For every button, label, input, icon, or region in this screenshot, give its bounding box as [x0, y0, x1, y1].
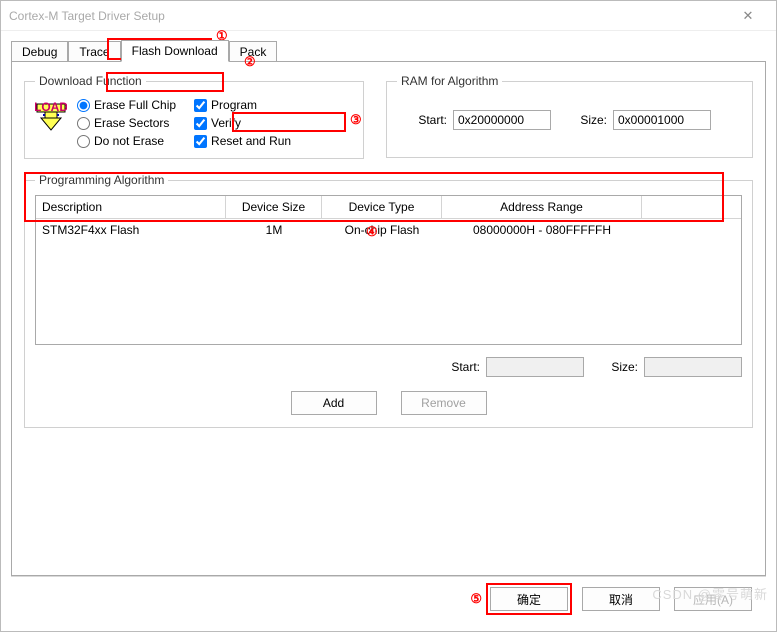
cell-devtype: On-chip Flash — [322, 219, 442, 241]
tab-panel: Download Function LOAD — [11, 61, 766, 576]
check-reset-run[interactable]: Reset and Run — [194, 134, 291, 148]
radio-erase-sectors[interactable]: Erase Sectors — [77, 116, 176, 130]
download-function-group: Download Function LOAD — [24, 74, 364, 159]
col-device-size[interactable]: Device Size — [226, 196, 322, 219]
pa-start-input — [486, 357, 584, 377]
col-spacer — [642, 196, 741, 219]
tab-flash-download[interactable]: Flash Download — [121, 40, 229, 62]
tab-trace[interactable]: Trace — [68, 41, 120, 62]
algorithm-table[interactable]: Description Device Size Device Type Addr… — [35, 195, 742, 345]
cancel-button[interactable]: 取消 — [582, 587, 660, 611]
window-title: Cortex-M Target Driver Setup — [9, 9, 728, 23]
ram-legend: RAM for Algorithm — [397, 74, 502, 88]
load-icon: LOAD — [35, 96, 67, 148]
ram-size-label: Size: — [573, 113, 607, 127]
ram-start-label: Start: — [397, 113, 447, 127]
apply-button[interactable]: 应用(A) — [674, 587, 752, 611]
tab-pack[interactable]: Pack — [229, 41, 278, 62]
ram-group: RAM for Algorithm Start: Size: — [386, 74, 753, 158]
table-row[interactable]: STM32F4xx Flash 1M On-chip Flash 0800000… — [36, 219, 741, 241]
button-bar: ⑤ 确定 取消 应用(A) — [11, 576, 766, 621]
tab-strip: Debug Trace Flash Download Pack — [11, 37, 766, 61]
programming-algorithm-group: Programming Algorithm Description Device… — [24, 173, 753, 428]
ok-button[interactable]: 确定 — [490, 587, 568, 611]
cell-desc: STM32F4xx Flash — [36, 219, 226, 241]
check-program[interactable]: Program — [194, 98, 291, 112]
table-header: Description Device Size Device Type Addr… — [36, 196, 741, 219]
radio-erase-full[interactable]: Erase Full Chip — [77, 98, 176, 112]
col-device-type[interactable]: Device Type — [322, 196, 442, 219]
pa-size-input — [644, 357, 742, 377]
col-address-range[interactable]: Address Range — [442, 196, 642, 219]
add-button[interactable]: Add — [291, 391, 377, 415]
remove-button[interactable]: Remove — [401, 391, 487, 415]
close-icon[interactable]: ✕ — [728, 8, 768, 24]
ram-start-input[interactable] — [453, 110, 551, 130]
dialog-window: Cortex-M Target Driver Setup ✕ Debug Tra… — [0, 0, 777, 632]
pa-start-label: Start: — [440, 360, 480, 374]
col-description[interactable]: Description — [36, 196, 226, 219]
download-function-legend: Download Function — [35, 74, 146, 88]
tab-debug[interactable]: Debug — [11, 41, 68, 62]
client-area: Debug Trace Flash Download Pack Download… — [1, 31, 776, 631]
cell-addr: 08000000H - 080FFFFFH — [442, 219, 642, 241]
radio-do-not-erase[interactable]: Do not Erase — [77, 134, 176, 148]
cell-devsize: 1M — [226, 219, 322, 241]
pa-legend: Programming Algorithm — [35, 173, 168, 187]
titlebar: Cortex-M Target Driver Setup ✕ — [1, 1, 776, 31]
pa-size-label: Size: — [604, 360, 638, 374]
ram-size-input[interactable] — [613, 110, 711, 130]
check-verify[interactable]: Verify — [194, 116, 291, 130]
annotation-5: ⑤ — [470, 591, 482, 607]
